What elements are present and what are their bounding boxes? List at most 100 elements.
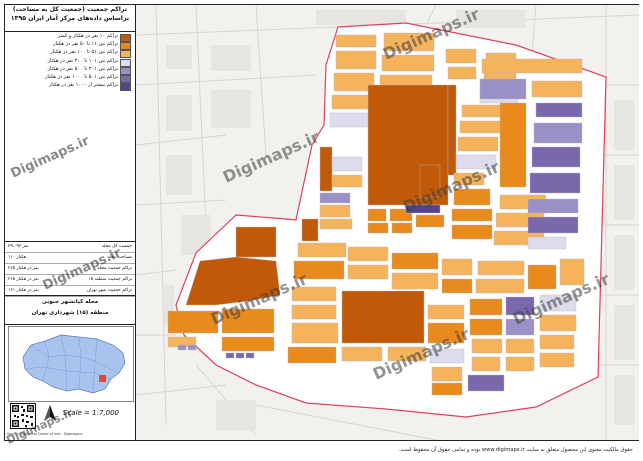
- legend-item: تراکم ۱۰ نفر در هکتار و کمتر: [9, 33, 131, 42]
- parcel: [539, 352, 575, 368]
- legend-label: تراکم بیشتر از ۱۰۰۰ نفر در هکتار: [48, 82, 118, 89]
- parcel: [535, 102, 583, 118]
- parcel: [415, 214, 445, 228]
- stat-row: تراکم جمعیت منطقه ۱۵ ۲۶۵ نفر در هکتار: [5, 275, 135, 286]
- legend-item: تراکم بین ۲۰۱ تا ۵۰۰ نفر در هکتار: [9, 65, 131, 75]
- title-line-1: تراکم جمعیت (جمعیت کل به مساحت): [12, 6, 128, 13]
- parcel: [527, 264, 557, 290]
- location-marker: [99, 375, 106, 382]
- stat-value: ۱۶۱ نفر در هکتار: [8, 288, 39, 293]
- parcel: [367, 222, 389, 234]
- stat-row: تراکم جمعیت محله ۲۶۵ نفر در هکتار: [5, 264, 135, 275]
- stat-label: جمعیت کل محله: [101, 244, 132, 249]
- parcel: [319, 146, 333, 192]
- parcel: [481, 58, 583, 74]
- parcel: [431, 366, 463, 382]
- qr-code: [10, 403, 36, 429]
- parcel: [441, 258, 473, 276]
- parcel: [335, 34, 377, 48]
- parcel: [505, 356, 535, 372]
- parcel-blocks: [167, 32, 585, 396]
- north-arrow-icon: [43, 405, 57, 423]
- parcel: [469, 318, 503, 336]
- parcel: [539, 334, 575, 350]
- parcel: [531, 146, 581, 168]
- parcel: [319, 204, 351, 218]
- parcel: [391, 222, 413, 234]
- parcel: [527, 216, 579, 234]
- map-title: تراکم جمعیت (جمعیت کل به مساحت) براساس د…: [5, 5, 135, 32]
- parcel: [441, 278, 473, 294]
- map-canvas[interactable]: Digimaps.ir Digimaps.ir Digimaps.ir Digi…: [136, 5, 639, 440]
- footer-text: حقوق مالکیت معنوی این محصول متعلق به سای…: [399, 447, 633, 453]
- parcel: [505, 338, 535, 354]
- parcel: [531, 80, 583, 98]
- parcel: [221, 336, 275, 352]
- parcel: [391, 272, 439, 290]
- parcel: [475, 278, 525, 294]
- map-svg: Digimaps.ir Digimaps.ir Digimaps.ir Digi…: [136, 5, 639, 440]
- parcel: [341, 290, 425, 344]
- map-tools: Scale = 1:7,000 Source: Statistical Cent…: [5, 401, 135, 441]
- legend-label: تراکم بین ۱۰۱ تا ۲۰۰ نفر در هکتار: [47, 57, 118, 64]
- parcel: [367, 208, 387, 222]
- legend-label: تراکم بین ۲۰۱ تا ۵۰۰ نفر در هکتار: [47, 65, 118, 72]
- legend-label: تراکم بین ۱۱ تا ۵۰ نفر در هکتار: [53, 41, 118, 48]
- legend-item: تراکم بیشتر از ۱۰۰۰ نفر در هکتار: [9, 82, 131, 92]
- legend: تراکم ۱۰ نفر در هکتار و کمتر تراکم بین ۱…: [9, 33, 131, 92]
- parcel: [427, 304, 465, 320]
- parcel: [225, 352, 235, 359]
- parcel: [499, 102, 527, 188]
- parcel: [331, 156, 363, 172]
- legend-item: تراکم بین ۵۱ تا ۱۰۰ نفر در هکتار: [9, 49, 131, 59]
- legend-label: تراکم بین ۵۰۱ تا ۱۰۰۰ نفر در هکتار: [45, 73, 118, 80]
- stat-value: ۱۱۰ هکتار: [8, 255, 27, 260]
- stat-row: جمعیت کل محله ۲۹،۰۹۳ نفر: [5, 242, 135, 253]
- footer-copyright: حقوق مالکیت معنوی این محصول متعلق به سای…: [4, 443, 639, 459]
- parcel: [177, 344, 187, 351]
- parcel: [319, 218, 353, 230]
- parcel: [527, 198, 579, 214]
- stat-label: مساحت محله: [106, 255, 132, 260]
- parcel: [527, 236, 567, 250]
- parcel: [291, 304, 337, 320]
- info-panel: تراکم جمعیت (جمعیت کل به مساحت) براساس د…: [5, 5, 136, 440]
- tehran-outline: [22, 334, 126, 394]
- parcel: [459, 120, 501, 134]
- stat-value: ۲۶۵ نفر در هکتار: [8, 277, 39, 282]
- stat-label: تراکم جمعیت شهر تهران: [86, 288, 132, 293]
- parcel: [477, 260, 525, 276]
- district-region: منطقه (۱۵) شهرداری تهران: [31, 310, 109, 316]
- legend-item: تراکم بین ۱۰۱ تا ۲۰۰ نفر در هکتار: [9, 57, 131, 67]
- stat-label: تراکم جمعیت محله: [97, 266, 132, 271]
- parcel: [431, 382, 463, 396]
- data-credit: Source: Statistical Center of Iran - Dig…: [7, 432, 83, 436]
- parcel: [447, 66, 477, 80]
- parcel: [445, 48, 477, 64]
- parcel: [467, 374, 505, 392]
- parcel: [291, 322, 339, 344]
- parcel: [347, 246, 389, 262]
- parcel: [187, 344, 197, 351]
- parcel: [245, 352, 255, 359]
- parcel: [447, 84, 457, 176]
- parcel: [539, 314, 577, 332]
- parcel: [301, 218, 319, 242]
- parcel: [391, 252, 439, 270]
- title-line-2: براساس داده‌های مرکز آمار ایران ۱۳۹۵: [10, 15, 130, 22]
- parcel: [341, 346, 383, 362]
- inset-svg: [22, 334, 126, 394]
- scale-label: Scale = 1:7,000: [63, 409, 119, 417]
- legend-item: تراکم بین ۵۰۱ تا ۱۰۰۰ نفر در هکتار: [9, 73, 131, 83]
- parcel: [235, 226, 277, 258]
- stat-row: مساحت محله ۱۱۰ هکتار: [5, 253, 135, 264]
- legend-label: تراکم ۱۰ نفر در هکتار و کمتر: [57, 33, 118, 39]
- qr-pattern: [12, 405, 34, 427]
- parcel: [335, 50, 377, 70]
- parcel: [479, 78, 527, 100]
- parcel: [235, 352, 245, 359]
- inset-locator-map: [8, 326, 134, 402]
- parcel: [471, 356, 501, 372]
- stats-table: جمعیت کل محله ۲۹،۰۹۳ نفر مساحت محله ۱۱۰ …: [5, 241, 135, 297]
- legend-item: تراکم بین ۱۱ تا ۵۰ نفر در هکتار: [9, 41, 131, 51]
